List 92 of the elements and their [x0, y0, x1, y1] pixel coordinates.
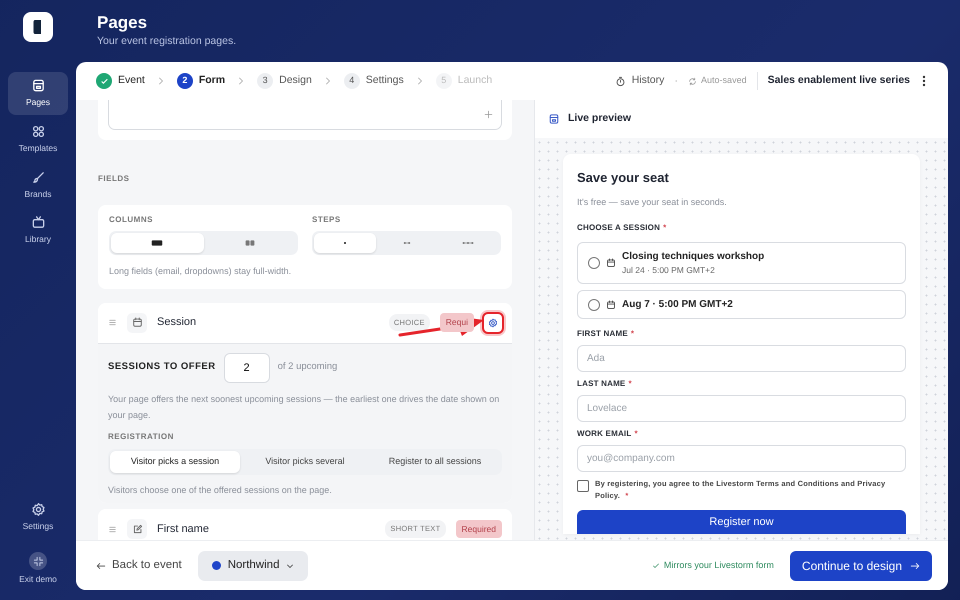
timer-icon	[614, 76, 626, 86]
required-mark: *	[663, 223, 666, 232]
text-field[interactable]: Ada	[577, 345, 906, 372]
text-field[interactable]	[108, 100, 502, 130]
step-number: 4	[344, 73, 360, 89]
option-label: STEPS	[312, 214, 342, 226]
required-mark: *	[630, 329, 634, 338]
layout-option[interactable]	[111, 233, 204, 253]
step-number: 3	[257, 73, 274, 89]
step-number: 2	[176, 73, 193, 89]
arrow-right-icon	[910, 560, 920, 570]
field-label: CHOOSE A SESSION *	[577, 222, 668, 234]
step-tab[interactable]: 4 Settings	[344, 73, 404, 89]
sidebar-item[interactable]: Exit demo	[8, 546, 68, 592]
session-title: Closing techniques workshop	[622, 250, 764, 264]
tv-icon	[30, 215, 46, 230]
history-button[interactable]: History	[614, 73, 664, 89]
registration-option[interactable]: Visitor picks a session	[110, 450, 240, 472]
refresh-icon	[688, 76, 698, 86]
settings-icon	[488, 318, 498, 328]
more-icon[interactable]	[920, 75, 928, 87]
chevron-right-icon	[156, 77, 165, 85]
text-field[interactable]: Lovelace	[577, 395, 906, 422]
sidebar-item[interactable]: Pages	[8, 72, 68, 115]
session-date: Jul 24 · 5:00 PM GMT+2	[622, 264, 716, 277]
collapse-icon	[32, 556, 44, 567]
step-tab[interactable]: 2 Form	[176, 73, 226, 89]
check-icon	[96, 73, 112, 89]
field-label: LAST NAME *	[577, 378, 633, 390]
autosave-label: Auto-saved	[701, 74, 747, 88]
app-logo	[23, 12, 53, 42]
sidebar-item[interactable]: Templates	[8, 118, 68, 160]
continue-button[interactable]: Continue to design	[790, 550, 932, 580]
session-option[interactable]: Closing techniques workshop Jul 24 · 5:00 PM GMT+2	[577, 242, 906, 284]
checkbox[interactable]	[577, 480, 589, 492]
page-subtitle: Your event registration pages.	[97, 34, 238, 50]
arrow-left-icon	[96, 560, 106, 570]
field-label: WORK EMAIL *	[577, 428, 639, 440]
settings-icon	[30, 502, 46, 516]
grid-icon	[30, 124, 46, 139]
back-button[interactable]: Back to event	[96, 556, 182, 574]
sidebar-item[interactable]: Library	[8, 209, 68, 252]
brush-icon	[30, 170, 46, 184]
chevron-right-icon	[416, 77, 424, 85]
option-label: COLUMNS	[109, 214, 154, 226]
calendar-icon	[132, 317, 142, 328]
sidebar-item[interactable]: Settings	[8, 496, 68, 538]
settings-button[interactable]	[484, 314, 502, 332]
registration-option[interactable]: Register to all sessions	[370, 450, 500, 472]
brand-selector[interactable]: Northwind	[198, 550, 308, 580]
number-field[interactable]: 2	[224, 352, 270, 382]
page-icon	[30, 78, 46, 93]
required-tag: Required	[456, 520, 502, 538]
chevron-right-icon	[324, 77, 332, 85]
register-button[interactable]: Register now	[577, 510, 906, 534]
chevron-right-icon	[237, 77, 246, 85]
required-mark: *	[628, 379, 632, 388]
required-tag: Requi	[440, 313, 474, 332]
plus-icon	[484, 110, 493, 119]
hint-text: Long fields (email, dropdowns) stay full-width.	[109, 265, 292, 278]
field-label: FIRST NAME *	[577, 328, 636, 340]
sidebar-item[interactable]: Brands	[8, 164, 68, 206]
field-name: Session	[157, 315, 198, 330]
separator-dot: ·	[674, 74, 678, 89]
page-title: Pages	[97, 13, 148, 34]
form-title: Save your seat	[577, 169, 670, 187]
drag-handle-icon	[108, 318, 117, 327]
setting-suffix: of 2 upcoming	[278, 360, 338, 374]
edit-icon	[132, 524, 142, 534]
panel-title: Live preview	[568, 111, 632, 126]
step-tab[interactable]: 3 Design	[257, 73, 312, 89]
calendar-icon	[606, 300, 616, 310]
page-icon	[548, 113, 560, 125]
registration-option[interactable]: Visitor picks several	[240, 450, 370, 472]
step-tab[interactable]: Event	[96, 73, 145, 89]
calendar-icon	[606, 258, 616, 268]
description-text: Your page offers the next soonest upcoming sessions — the earliest one drives the date shown on your page.	[108, 392, 500, 422]
section-heading: FIELDS	[98, 173, 130, 185]
step-number: 5	[436, 73, 452, 89]
session-option[interactable]: Aug 7 · 5:00 PM GMT+2	[577, 290, 906, 319]
check-icon	[652, 562, 660, 570]
form-subtitle: It's free — save your seat in seconds.	[577, 196, 728, 209]
event-name: Sales enablement live series	[768, 73, 910, 88]
drag-handle-icon	[108, 524, 117, 534]
field-name: First name	[157, 522, 210, 537]
setting-label: SESSIONS TO OFFER	[108, 360, 216, 374]
required-mark: *	[634, 429, 638, 438]
session-title: Aug 7 · 5:00 PM GMT+2	[622, 298, 733, 312]
setting-label: REGISTRATION	[108, 430, 175, 442]
sync-status: Mirrors your Livestorm form	[664, 558, 774, 572]
text-field[interactable]: you@company.com	[577, 445, 906, 472]
hint-text: Visitors choose one of the offered sessions on the page.	[108, 484, 333, 497]
